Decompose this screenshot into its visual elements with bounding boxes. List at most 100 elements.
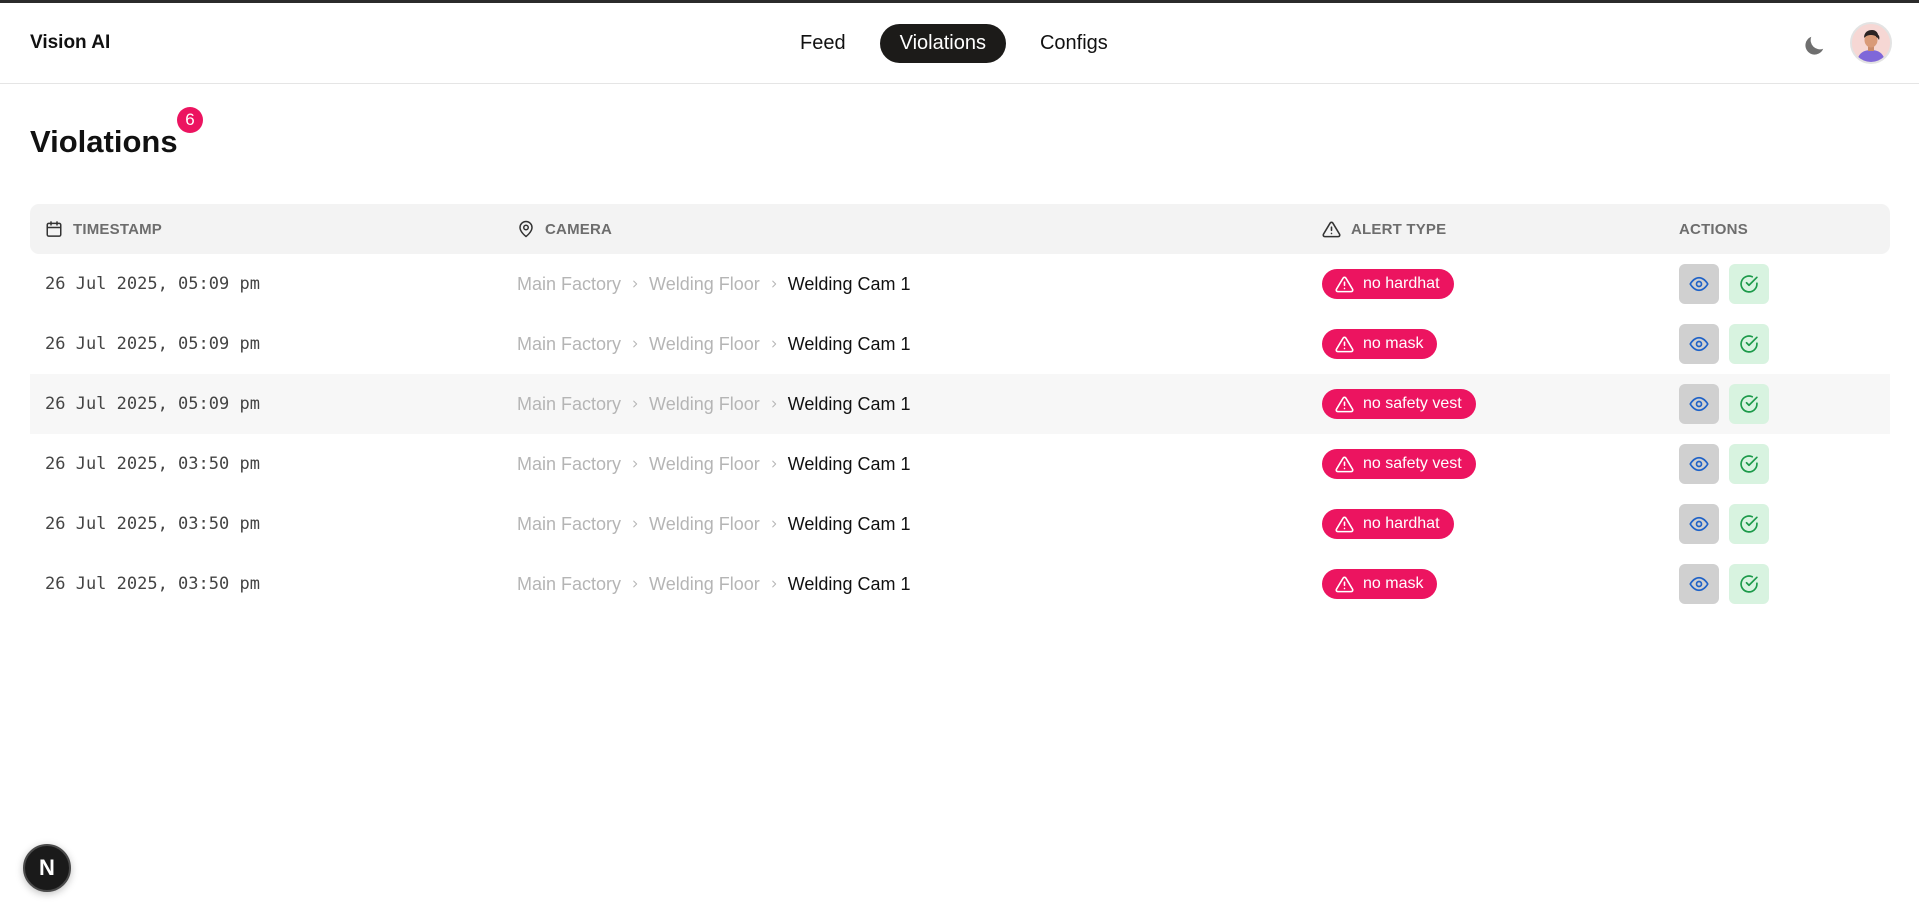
warning-triangle-icon [1335,576,1354,592]
breadcrumb-location[interactable]: Main Factory [517,334,621,355]
breadcrumb-camera[interactable]: Welding Cam 1 [788,574,911,595]
column-label: CAMERA [545,220,613,238]
top-navbar: Vision AI Feed Violations Configs [0,3,1919,84]
app-brand[interactable]: Vision AI [30,32,110,54]
breadcrumb-camera[interactable]: Welding Cam 1 [788,274,911,295]
alert-type-cell: no hardhat [1322,494,1454,554]
breadcrumb-area[interactable]: Welding Floor [649,394,760,415]
breadcrumb-area[interactable]: Welding Floor [649,574,760,595]
alert-type-cell: no safety vest [1322,374,1476,434]
table-row[interactable]: 26 Jul 2025, 03:50 pm Main Factory Weldi… [30,554,1890,614]
check-circle-icon [1740,275,1758,293]
breadcrumb-area[interactable]: Welding Floor [649,274,760,295]
alert-label: no hardhat [1363,515,1440,532]
person-illustration [1852,24,1890,62]
view-button[interactable] [1679,264,1719,304]
alert-type-cell: no safety vest [1322,434,1476,494]
check-circle-icon [1740,515,1758,533]
warning-triangle-icon [1322,221,1341,237]
calendar-icon [46,221,62,237]
tab-configs[interactable]: Configs [1020,24,1128,63]
chevron-right-icon [769,279,779,289]
chevron-right-icon [769,399,779,409]
column-camera: CAMERA [517,204,612,254]
check-circle-icon [1740,395,1758,413]
alert-badge: no mask [1322,569,1438,599]
breadcrumb-location[interactable]: Main Factory [517,574,621,595]
column-label: TIMESTAMP [73,220,163,238]
breadcrumb-camera[interactable]: Welding Cam 1 [788,454,911,475]
user-avatar[interactable] [1850,22,1892,64]
resolve-button[interactable] [1729,444,1769,484]
page-title: Violations [30,124,178,159]
chevron-right-icon [630,399,640,409]
timestamp-cell: 26 Jul 2025, 05:09 pm [45,274,260,294]
timestamp-cell: 26 Jul 2025, 03:50 pm [45,574,260,594]
warning-triangle-icon [1335,516,1354,532]
actions-cell [1679,494,1769,554]
camera-breadcrumb: Main Factory Welding Floor Welding Cam 1 [517,494,910,554]
view-button[interactable] [1679,504,1719,544]
chevron-right-icon [769,459,779,469]
actions-cell [1679,254,1769,314]
breadcrumb-area[interactable]: Welding Floor [649,334,760,355]
alert-type-cell: no mask [1322,314,1438,374]
theme-toggle-button[interactable] [1797,29,1831,63]
alert-badge: no safety vest [1322,449,1476,479]
actions-cell [1679,434,1769,494]
resolve-button[interactable] [1729,324,1769,364]
table-row[interactable]: 26 Jul 2025, 05:09 pm Main Factory Weldi… [30,254,1890,314]
view-button[interactable] [1679,444,1719,484]
eye-icon [1689,396,1709,412]
table-row[interactable]: 26 Jul 2025, 03:50 pm Main Factory Weldi… [30,494,1890,554]
breadcrumb-camera[interactable]: Welding Cam 1 [788,394,911,415]
breadcrumb-area[interactable]: Welding Floor [649,454,760,475]
moon-icon [1805,36,1824,55]
chevron-right-icon [769,519,779,529]
check-circle-icon [1740,335,1758,353]
timestamp-cell: 26 Jul 2025, 03:50 pm [45,454,260,474]
table-row[interactable]: 26 Jul 2025, 05:09 pm Main Factory Weldi… [30,314,1890,374]
resolve-button[interactable] [1729,564,1769,604]
breadcrumb-camera[interactable]: Welding Cam 1 [788,514,911,535]
breadcrumb-location[interactable]: Main Factory [517,514,621,535]
breadcrumb-area[interactable]: Welding Floor [649,514,760,535]
eye-icon [1689,456,1709,472]
alert-badge: no hardhat [1322,509,1454,539]
column-timestamp: TIMESTAMP [45,204,162,254]
actions-cell [1679,554,1769,614]
resolve-button[interactable] [1729,264,1769,304]
alert-label: no mask [1363,575,1424,592]
resolve-button[interactable] [1729,384,1769,424]
resolve-button[interactable] [1729,504,1769,544]
violations-count-badge: 6 [177,107,203,133]
timestamp-cell: 26 Jul 2025, 03:50 pm [45,514,260,534]
alert-label: no safety vest [1363,395,1462,412]
timestamp-cell: 26 Jul 2025, 05:09 pm [45,334,260,354]
table-body: 26 Jul 2025, 05:09 pm Main Factory Weldi… [30,254,1890,614]
eye-icon [1689,516,1709,532]
column-actions: ACTIONS [1679,204,1748,254]
column-label: ALERT TYPE [1351,220,1447,238]
breadcrumb-location[interactable]: Main Factory [517,394,621,415]
chevron-right-icon [630,279,640,289]
map-pin-icon [519,220,533,238]
dev-tools-badge[interactable]: N [23,844,71,892]
table-row[interactable]: 26 Jul 2025, 03:50 pm Main Factory Weldi… [30,434,1890,494]
alert-badge: no safety vest [1322,389,1476,419]
table-row[interactable]: 26 Jul 2025, 05:09 pm Main Factory Weldi… [30,374,1890,434]
breadcrumb-camera[interactable]: Welding Cam 1 [788,334,911,355]
tab-feed[interactable]: Feed [780,24,866,63]
chevron-right-icon [769,579,779,589]
camera-breadcrumb: Main Factory Welding Floor Welding Cam 1 [517,374,910,434]
breadcrumb-location[interactable]: Main Factory [517,454,621,475]
camera-breadcrumb: Main Factory Welding Floor Welding Cam 1 [517,434,910,494]
alert-label: no hardhat [1363,275,1440,292]
view-button[interactable] [1679,324,1719,364]
breadcrumb-location[interactable]: Main Factory [517,274,621,295]
chevron-right-icon [630,519,640,529]
view-button[interactable] [1679,564,1719,604]
chevron-right-icon [630,339,640,349]
view-button[interactable] [1679,384,1719,424]
tab-violations[interactable]: Violations [879,24,1006,63]
